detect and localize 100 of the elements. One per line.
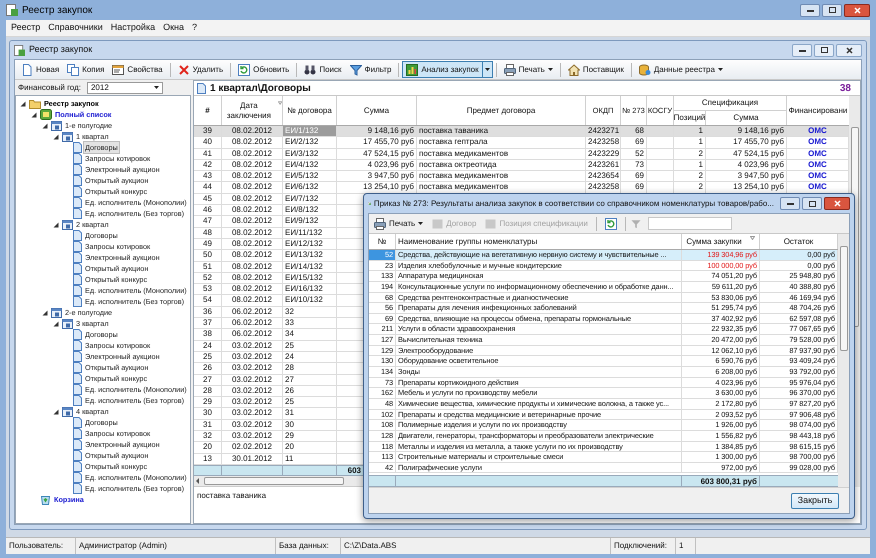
table-cell: ЕИ/1/132 <box>283 126 337 136</box>
filter-field[interactable] <box>648 217 732 230</box>
column-header[interactable]: Сумма <box>706 110 787 125</box>
properties-icon <box>112 64 124 76</box>
collapse-arrow-icon[interactable] <box>53 320 59 326</box>
table-cell: поставка гептрала <box>417 137 586 148</box>
toolbar-button[interactable]: Поиск <box>300 61 346 78</box>
table-cell: 40 <box>194 137 222 148</box>
table-cell: 26 <box>194 363 222 374</box>
app-icon <box>14 44 25 56</box>
scrollbar-thumb[interactable] <box>204 476 344 485</box>
collapse-arrow-icon[interactable] <box>53 408 59 414</box>
collapse-arrow-icon[interactable] <box>20 100 26 106</box>
table-cell: 30 <box>283 420 337 430</box>
table-cell: 06.02.2012 <box>222 329 283 340</box>
scroll-left-icon[interactable] <box>194 476 202 485</box>
refresh-icon <box>238 64 250 76</box>
status-value: 1 <box>676 538 696 554</box>
toolbar-button[interactable]: Фильтр <box>346 61 396 78</box>
table-cell: 49 <box>194 238 222 250</box>
table-cell: 26 <box>283 386 337 396</box>
calendar-icon <box>62 406 73 417</box>
toolbar-button[interactable]: Данные реестра <box>634 61 727 78</box>
toolbar-button[interactable]: Обновить <box>234 61 294 78</box>
table-cell: 28 <box>283 363 337 374</box>
menu-item[interactable]: ? <box>189 21 200 35</box>
table-cell: 32 <box>194 431 222 442</box>
table-cell: поставка октреотида <box>417 160 586 170</box>
table-cell: 39 <box>194 126 222 136</box>
column-header[interactable]: Сумма <box>337 96 417 125</box>
menu-item[interactable]: Реестр <box>8 21 44 35</box>
column-header[interactable]: Сумма закупки <box>682 234 760 249</box>
column-header[interactable]: Предмет договора <box>417 96 586 125</box>
menu-item[interactable]: Справочники <box>45 21 106 35</box>
toolbar-button[interactable]: Удалить <box>174 61 228 78</box>
split-button[interactable]: Анализ закупок <box>402 61 493 78</box>
minimize-button[interactable] <box>792 44 812 56</box>
menu-item[interactable]: Настройка <box>108 21 158 35</box>
column-header[interactable]: № договора <box>283 96 337 125</box>
table-row[interactable]: 44 08.02.2012 ЕИ/6/132 13 254,10 руб поставка медикаментов 2423258 69 2 13 254,10 руб ОМС <box>194 182 849 194</box>
close-button[interactable] <box>824 197 850 210</box>
collapse-arrow-icon[interactable] <box>31 112 37 118</box>
table-cell: 42 <box>194 160 222 170</box>
table-row[interactable]: 40 08.02.2012 ЕИ/2/132 17 455,70 руб поставка гептрала 2423258 69 1 17 455,70 руб ОМС <box>194 137 849 149</box>
table-cell: 29 <box>283 431 337 442</box>
table-cell: 29 <box>194 397 222 408</box>
sort-icon <box>278 100 282 104</box>
toolbar-button[interactable]: Свойства <box>108 61 167 78</box>
maximize-button[interactable] <box>822 4 842 16</box>
close-dialog-button[interactable]: Закрыть <box>791 492 839 508</box>
close-button[interactable] <box>844 4 870 16</box>
column-header[interactable]: Финансировани <box>787 96 849 125</box>
close-button[interactable] <box>836 44 862 56</box>
collapse-arrow-icon[interactable] <box>42 122 48 128</box>
vertical-scrollbar[interactable] <box>838 234 849 487</box>
menu-item[interactable]: Окна <box>160 21 188 35</box>
table-cell: ЕИ/5/132 <box>283 171 337 182</box>
total-cell: 603 <box>348 466 361 476</box>
toolbar-button[interactable]: Поставщик <box>564 61 628 78</box>
column-header[interactable]: Дата заключения <box>222 96 283 125</box>
toolbar-button[interactable]: Копия <box>63 61 108 78</box>
table-cell: 24 <box>283 352 337 362</box>
calendar-icon <box>51 307 62 318</box>
table-cell: 27 <box>283 374 337 385</box>
table-cell: 1 <box>674 160 706 170</box>
status-value: C:\Z\Data.ABS <box>341 538 611 554</box>
toolbar-button[interactable]: Новая <box>17 61 64 78</box>
toolbar-button[interactable]: Печать <box>371 216 426 232</box>
table-cell: 25 <box>283 397 337 408</box>
maximize-icon <box>820 47 828 53</box>
table-cell: 08.02.2012 <box>222 194 283 204</box>
table-cell: 08.02.2012 <box>222 228 283 238</box>
collapse-arrow-icon[interactable] <box>42 310 48 316</box>
maximize-button[interactable] <box>802 197 822 210</box>
collapse-arrow-icon[interactable] <box>53 222 59 228</box>
maximize-button[interactable] <box>814 44 834 56</box>
table-cell: 48 <box>194 228 222 238</box>
table-row[interactable]: 43 08.02.2012 ЕИ/5/132 3 947,50 руб поставка медикаментов 2423654 69 2 3 947,50 руб ОМС <box>194 171 849 182</box>
column-header[interactable]: № <box>369 234 396 249</box>
table-cell: 3 947,50 руб <box>337 171 417 182</box>
table-cell: 03.02.2012 <box>222 386 283 396</box>
collapse-arrow-icon[interactable] <box>53 134 59 140</box>
copy-icon <box>67 64 80 76</box>
table-row[interactable]: 41 08.02.2012 ЕИ/3/132 47 524,15 руб поставка медикаментов 2423229 52 2 47 524,15 руб ОМС <box>194 148 849 160</box>
column-header[interactable]: Позиций <box>674 110 706 125</box>
close-icon <box>834 200 840 207</box>
folder-icon <box>29 98 41 108</box>
table-row[interactable]: 39 08.02.2012 ЕИ/1/132 9 148,16 руб поставка таваника 2423271 68 1 9 148,16 руб ОМС <box>194 126 849 138</box>
toolbar-button[interactable]: Печать <box>500 61 557 78</box>
column-header[interactable]: Наименование группы номенклатуры <box>396 234 682 249</box>
minimize-button[interactable] <box>800 4 820 16</box>
year-dropdown[interactable]: 2012 <box>86 82 163 94</box>
list-icon <box>40 109 52 120</box>
calendar-icon <box>62 131 73 142</box>
table-cell: 47 524,15 руб <box>337 148 417 159</box>
table-cell: 69 <box>621 171 647 182</box>
table-row[interactable]: 42 08.02.2012 ЕИ/4/132 4 023,96 руб поставка октреотида 2423261 73 1 4 023,96 руб ОМС <box>194 160 849 172</box>
minimize-button[interactable] <box>780 197 800 210</box>
column-header[interactable]: # <box>194 96 222 125</box>
minimize-icon <box>786 202 794 205</box>
